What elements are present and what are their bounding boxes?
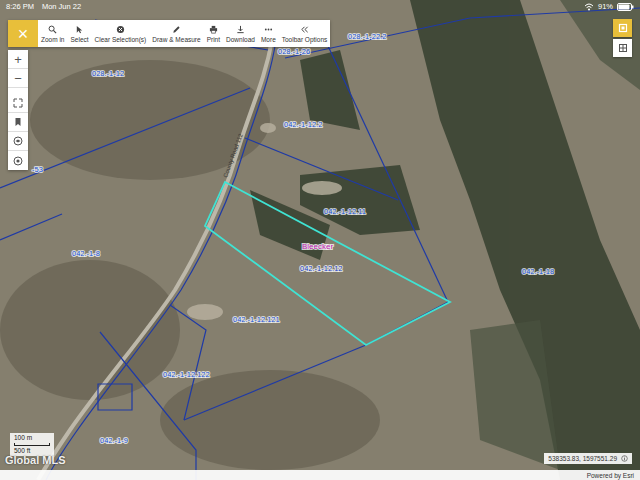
coordinate-text: 538353.83, 1597551.29	[548, 454, 617, 463]
stack-icon	[618, 23, 628, 33]
download-icon	[236, 25, 245, 34]
parcel-label: 042.-1-12.122	[163, 370, 210, 379]
map-controls: +−	[8, 50, 28, 170]
toolbar-label: Draw & Measure	[152, 36, 200, 44]
parcel-label: 042.-1-12.12	[300, 264, 343, 273]
battery-icon	[617, 3, 634, 11]
toolbar-zoom-button[interactable]: Zoom in	[38, 20, 67, 47]
select-icon	[75, 25, 84, 34]
zoom-in-button[interactable]: +	[8, 50, 28, 69]
toolbar-label: Print	[207, 36, 220, 44]
clock: 8:26 PM	[6, 1, 34, 12]
parcel[interactable]: 042.-1-18	[522, 267, 554, 276]
toolbar-draw-button[interactable]: Draw & Measure	[149, 20, 203, 47]
parcel-label: 028.-1-26	[278, 47, 310, 56]
zoom-out-button[interactable]: −	[8, 69, 28, 88]
parcel[interactable]: 042.-1-8	[72, 249, 100, 258]
clear-icon	[116, 25, 125, 34]
municipality-label: Bleecker	[302, 242, 333, 251]
parcel-label: 028.-1-22.2	[348, 32, 386, 41]
bookmark-button[interactable]	[8, 113, 28, 132]
parcel[interactable]: 042.-1-12.121	[233, 315, 280, 324]
scale-imperial: 500 ft	[14, 447, 50, 455]
close-button[interactable]: ×	[8, 20, 38, 47]
layers-panel-button[interactable]	[613, 19, 632, 37]
parcel-label: 028.-1-12	[92, 69, 124, 78]
scale-line	[14, 443, 50, 446]
extent-button[interactable]	[8, 94, 28, 113]
toolbar-clear-button[interactable]: Clear Selection(s)	[92, 20, 150, 47]
toolbar-more-button[interactable]: More	[258, 20, 279, 47]
extent-icon	[13, 98, 23, 108]
zoom-icon	[48, 25, 57, 34]
basemap-button[interactable]	[613, 39, 632, 57]
parcel[interactable]: 042.-1-12.122	[163, 370, 210, 379]
parcel-label: 042.-1-12.121	[233, 315, 280, 324]
options-icon	[300, 25, 309, 34]
layers-icon	[13, 136, 23, 146]
location-icon	[13, 156, 23, 166]
map-viewer: 028.-1-12 028.-1-26 028.-1-22.2 042.-1-12.2…	[0, 0, 640, 480]
parcel[interactable]: 042.-1-12.2	[284, 120, 322, 129]
battery-fill	[619, 4, 630, 9]
parcel[interactable]: 042.-1-12.11	[324, 207, 366, 216]
parcel-label: 042.-1-9	[100, 436, 128, 445]
layers-button[interactable]	[8, 132, 28, 151]
parcel-label: 042.-1-12.11	[324, 207, 366, 216]
parcel[interactable]: 028.-1-26	[278, 47, 310, 56]
toolbar-label: Download	[226, 36, 255, 44]
aerial-map[interactable]: 028.-1-12 028.-1-26 028.-1-22.2 042.-1-12.2…	[0, 0, 640, 480]
selected-parcel-outline	[205, 182, 450, 345]
info-icon	[621, 455, 628, 462]
coordinates: 538353.83, 1597551.29	[544, 453, 632, 464]
parcel[interactable]: -53	[32, 165, 43, 174]
bookmark-icon	[13, 117, 23, 127]
parcel[interactable]: 042.-1-12.12	[205, 182, 450, 345]
toolbar: ×Zoom in Select Clear Selection(s) Draw & M…	[8, 20, 330, 47]
toolbar-label: Toolbar Options	[282, 36, 328, 44]
parcel-label: -53	[32, 165, 43, 174]
wifi-icon	[584, 3, 594, 11]
parcel-label: 042.-1-8	[72, 249, 100, 258]
status-bar: 8:26 PM Mon Jun 22 91%	[0, 0, 640, 12]
toolbar-print-button[interactable]: Print	[204, 20, 223, 47]
toolbar-label: Clear Selection(s)	[95, 36, 147, 44]
toolbar-options-button[interactable]: Toolbar Options	[279, 20, 331, 47]
toolbar-label: Zoom in	[41, 36, 64, 44]
parcel-label: 042.-1-12.2	[284, 120, 322, 129]
scale-metric: 100 m	[14, 434, 50, 442]
battery-percent: 91%	[598, 1, 613, 12]
parcel[interactable]: 028.-1-22.2	[348, 32, 386, 41]
date: Mon Jun 22	[42, 1, 81, 12]
watermark: Global MLS	[5, 454, 66, 467]
parcel-label: 042.-1-18	[522, 267, 554, 276]
scale-bar: 100 m 500 ft	[10, 433, 54, 456]
toolbar-label: More	[261, 36, 276, 44]
status-right: 91%	[584, 1, 634, 12]
more-icon	[264, 25, 273, 34]
parcel[interactable]: 042.-1-9	[100, 436, 128, 445]
location-button[interactable]	[8, 151, 28, 170]
toolbar-download-button[interactable]: Download	[223, 20, 258, 47]
map-side-buttons	[613, 19, 632, 59]
toolbar-label: Select	[70, 36, 88, 44]
road-label: County Road 112	[222, 132, 244, 178]
grid-icon	[618, 43, 628, 53]
parcel[interactable]: 028.-1-12	[92, 69, 124, 78]
draw-icon	[172, 25, 181, 34]
toolbar-select-button[interactable]: Select	[67, 20, 91, 47]
status-left: 8:26 PM Mon Jun 22	[6, 1, 81, 12]
attribution: Powered by Esri	[0, 470, 640, 480]
print-icon	[209, 25, 218, 34]
